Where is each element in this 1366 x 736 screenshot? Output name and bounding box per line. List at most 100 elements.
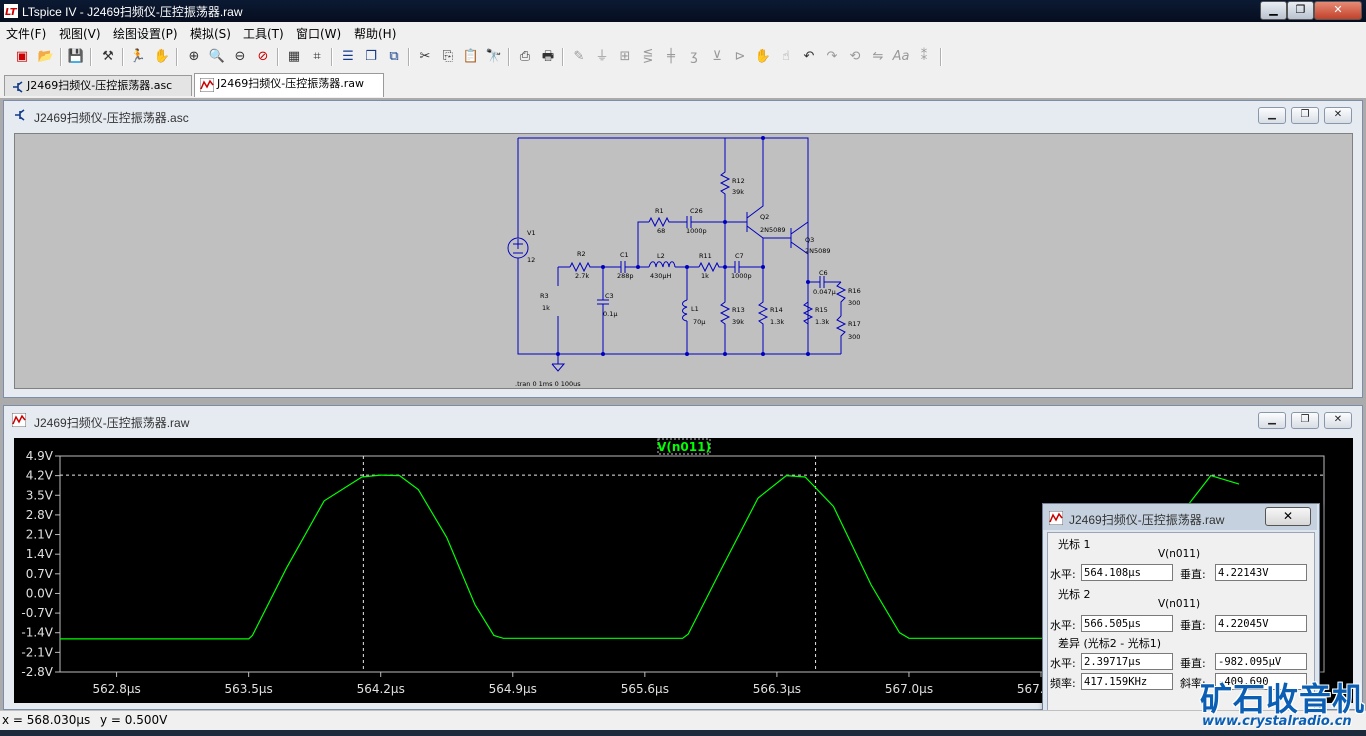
waveform-close-button[interactable]: ✕ bbox=[1324, 412, 1352, 429]
c1-ref: C1 bbox=[620, 251, 629, 259]
cursor1-trace: V(n011) bbox=[1158, 548, 1201, 560]
redo-icon[interactable]: ↷ bbox=[822, 47, 842, 67]
cursor1-horiz-label: 水平: bbox=[1050, 568, 1076, 581]
zoom-out-icon[interactable]: 🔍 bbox=[207, 47, 227, 67]
open-icon[interactable]: 📂 bbox=[36, 47, 56, 67]
menu-file[interactable]: 文件(F) bbox=[6, 25, 46, 42]
cursor2-vert-field[interactable]: 4.22045V bbox=[1215, 615, 1307, 632]
paste-icon[interactable]: 📋 bbox=[461, 47, 481, 67]
cursor-dialog-title: J2469扫频仪-压控振荡器.raw bbox=[1069, 513, 1225, 527]
text-icon[interactable]: Aa bbox=[891, 47, 911, 67]
zoom-in-icon[interactable]: ⊕ bbox=[184, 47, 204, 67]
drag-icon[interactable]: ☝ bbox=[776, 47, 796, 67]
cursor2-trace: V(n011) bbox=[1158, 598, 1201, 610]
menu-view[interactable]: 视图(V) bbox=[59, 25, 101, 42]
r13-ref: R13 bbox=[732, 306, 745, 314]
wire-icon[interactable]: ✎ bbox=[569, 47, 589, 67]
new-schematic-icon[interactable]: ▣ bbox=[12, 47, 32, 67]
watermark-url: www.crystalradio.cn bbox=[1202, 714, 1352, 729]
schematic-close-button[interactable]: ✕ bbox=[1324, 107, 1352, 124]
q3-ref: Q3 bbox=[805, 236, 814, 244]
x-tick-label: 564.9μs bbox=[489, 682, 537, 696]
menu-plot-settings[interactable]: 绘图设置(P) bbox=[113, 25, 178, 42]
cursor-dialog-titlebar[interactable]: J2469扫频仪-压控振荡器.raw ✕ bbox=[1043, 504, 1317, 530]
cursor-dialog-close-button[interactable]: ✕ bbox=[1265, 507, 1311, 526]
diff-horiz-field[interactable]: 2.39717μs bbox=[1081, 653, 1173, 670]
tile-horizontal-icon[interactable]: ☰ bbox=[338, 47, 358, 67]
cursor1-horiz-field[interactable]: 564.108μs bbox=[1081, 564, 1173, 581]
tab-schematic-label: J2469扫频仪-压控振荡器.asc bbox=[27, 79, 173, 92]
ground-icon[interactable]: ⏚ bbox=[592, 47, 612, 67]
waveform-window-titlebar[interactable]: J2469扫频仪-压控振荡器.raw ▁ ❐ ✕ bbox=[8, 409, 1358, 433]
run-icon[interactable]: 🏃 bbox=[128, 47, 148, 67]
waveform-minimize-button[interactable]: ▁ bbox=[1258, 412, 1286, 429]
schematic-canvas[interactable]: V1 12 R2 2.7k R3 1k C3 0.1μ C1 288p R1 6… bbox=[14, 133, 1353, 389]
schematic-window[interactable]: J2469扫频仪-压控振荡器.asc ▁ ❐ ✕ V1 12 R2 2.7k R… bbox=[3, 100, 1363, 398]
r16-ref: R16 bbox=[848, 287, 861, 295]
x-tick-label: 562.8μs bbox=[92, 682, 140, 696]
waveform-icon bbox=[200, 78, 214, 92]
label-icon[interactable]: ⊞ bbox=[615, 47, 635, 67]
freq-field[interactable]: 417.159KHz bbox=[1081, 673, 1173, 690]
capacitor-icon[interactable]: ╪ bbox=[661, 47, 681, 67]
r17-value: 300 bbox=[848, 333, 860, 341]
menu-tools[interactable]: 工具(T) bbox=[243, 25, 284, 42]
waveform-restore-button[interactable]: ❐ bbox=[1291, 412, 1319, 429]
control-panel-icon[interactable]: ⚒ bbox=[98, 47, 118, 67]
save-icon[interactable]: 💾 bbox=[66, 47, 86, 67]
zoom-cancel-icon[interactable]: ⊘ bbox=[253, 47, 273, 67]
r14-value: 1.3k bbox=[770, 318, 784, 326]
diode-icon[interactable]: ⊻ bbox=[707, 47, 727, 67]
l2-value: 430μH bbox=[650, 272, 672, 280]
y-tick-label: 2.8V bbox=[26, 508, 54, 522]
inductor-icon[interactable]: ʒ bbox=[684, 47, 704, 67]
y-tick-label: -2.8V bbox=[21, 665, 53, 679]
undo-icon[interactable]: ↶ bbox=[799, 47, 819, 67]
close-all-icon[interactable]: ⧉ bbox=[384, 47, 404, 67]
halt-icon[interactable]: ✋ bbox=[152, 47, 172, 67]
move-icon[interactable]: ✋ bbox=[753, 47, 773, 67]
menu-simulate[interactable]: 模拟(S) bbox=[190, 25, 231, 42]
cursor2-horiz-field[interactable]: 566.505μs bbox=[1081, 615, 1173, 632]
find-icon[interactable]: 🔭 bbox=[484, 47, 504, 67]
marker-icon[interactable]: ⌗ bbox=[307, 47, 327, 67]
maximize-button[interactable]: ❐ bbox=[1287, 1, 1314, 20]
l1-value: 70μ bbox=[693, 318, 705, 326]
window-title: LTspice IV - J2469扫频仪-压控振荡器.raw bbox=[22, 5, 243, 19]
cursor2-vert-label: 垂直: bbox=[1180, 619, 1206, 632]
diff-vert-field[interactable]: -982.095μV bbox=[1215, 653, 1307, 670]
y-axis-ticks: 4.9V 4.2V 3.5V 2.8V 2.1V 1.4V 0.7V 0.0V -0.7V -1.… bbox=[21, 449, 60, 679]
spice-directive[interactable]: .tran 0 1ms 0 100us bbox=[515, 380, 581, 388]
freq-label: 频率: bbox=[1050, 677, 1076, 690]
c6-value: 0.047μ bbox=[813, 288, 836, 296]
menu-window[interactable]: 窗口(W) bbox=[296, 25, 341, 42]
r13-value: 39k bbox=[732, 318, 744, 326]
schematic-restore-button[interactable]: ❐ bbox=[1291, 107, 1319, 124]
window-titlebar[interactable]: LT LTspice IV - J2469扫频仪-压控振荡器.raw ▁ ❐ ✕ bbox=[0, 0, 1366, 22]
menu-help[interactable]: 帮助(H) bbox=[354, 25, 396, 42]
schematic-window-title: J2469扫频仪-压控振荡器.asc bbox=[34, 111, 189, 125]
schematic-window-titlebar[interactable]: J2469扫频仪-压控振荡器.asc ▁ ❐ ✕ bbox=[8, 104, 1358, 128]
cursor1-vert-field[interactable]: 4.22143V bbox=[1215, 564, 1307, 581]
tab-waveform[interactable]: J2469扫频仪-压控振荡器.raw bbox=[194, 73, 384, 97]
print-icon[interactable]: 🖶 bbox=[538, 47, 558, 67]
mirror-icon[interactable]: ⇋ bbox=[868, 47, 888, 67]
resistor-icon[interactable]: ⋚ bbox=[638, 47, 658, 67]
minimize-button[interactable]: ▁ bbox=[1260, 1, 1287, 20]
tab-schematic[interactable]: J2469扫频仪-压控振荡器.asc bbox=[4, 75, 192, 96]
autorange-icon[interactable]: ▦ bbox=[284, 47, 304, 67]
trace-label[interactable]: V(n011) bbox=[657, 440, 711, 454]
spice-directive-icon[interactable]: ⁑ bbox=[914, 47, 934, 67]
cascade-icon[interactable]: ❐ bbox=[361, 47, 381, 67]
copy-icon[interactable]: ⎘ bbox=[438, 47, 458, 67]
x-axis-ticks: 562.8μs 563.5μs 564.2μs 564.9μs 565.6μs 566.3… bbox=[92, 672, 1197, 696]
component-icon[interactable]: ⊳ bbox=[730, 47, 750, 67]
rotate-icon[interactable]: ⟲ bbox=[845, 47, 865, 67]
cut-icon[interactable]: ✂ bbox=[415, 47, 435, 67]
print-setup-icon[interactable]: ⎙ bbox=[515, 47, 535, 67]
close-button[interactable]: ✕ bbox=[1314, 1, 1362, 20]
tab-waveform-label: J2469扫频仪-压控振荡器.raw bbox=[217, 77, 364, 90]
zoom-full-icon[interactable]: ⊖ bbox=[230, 47, 250, 67]
r12-ref: R12 bbox=[732, 177, 745, 185]
schematic-minimize-button[interactable]: ▁ bbox=[1258, 107, 1286, 124]
